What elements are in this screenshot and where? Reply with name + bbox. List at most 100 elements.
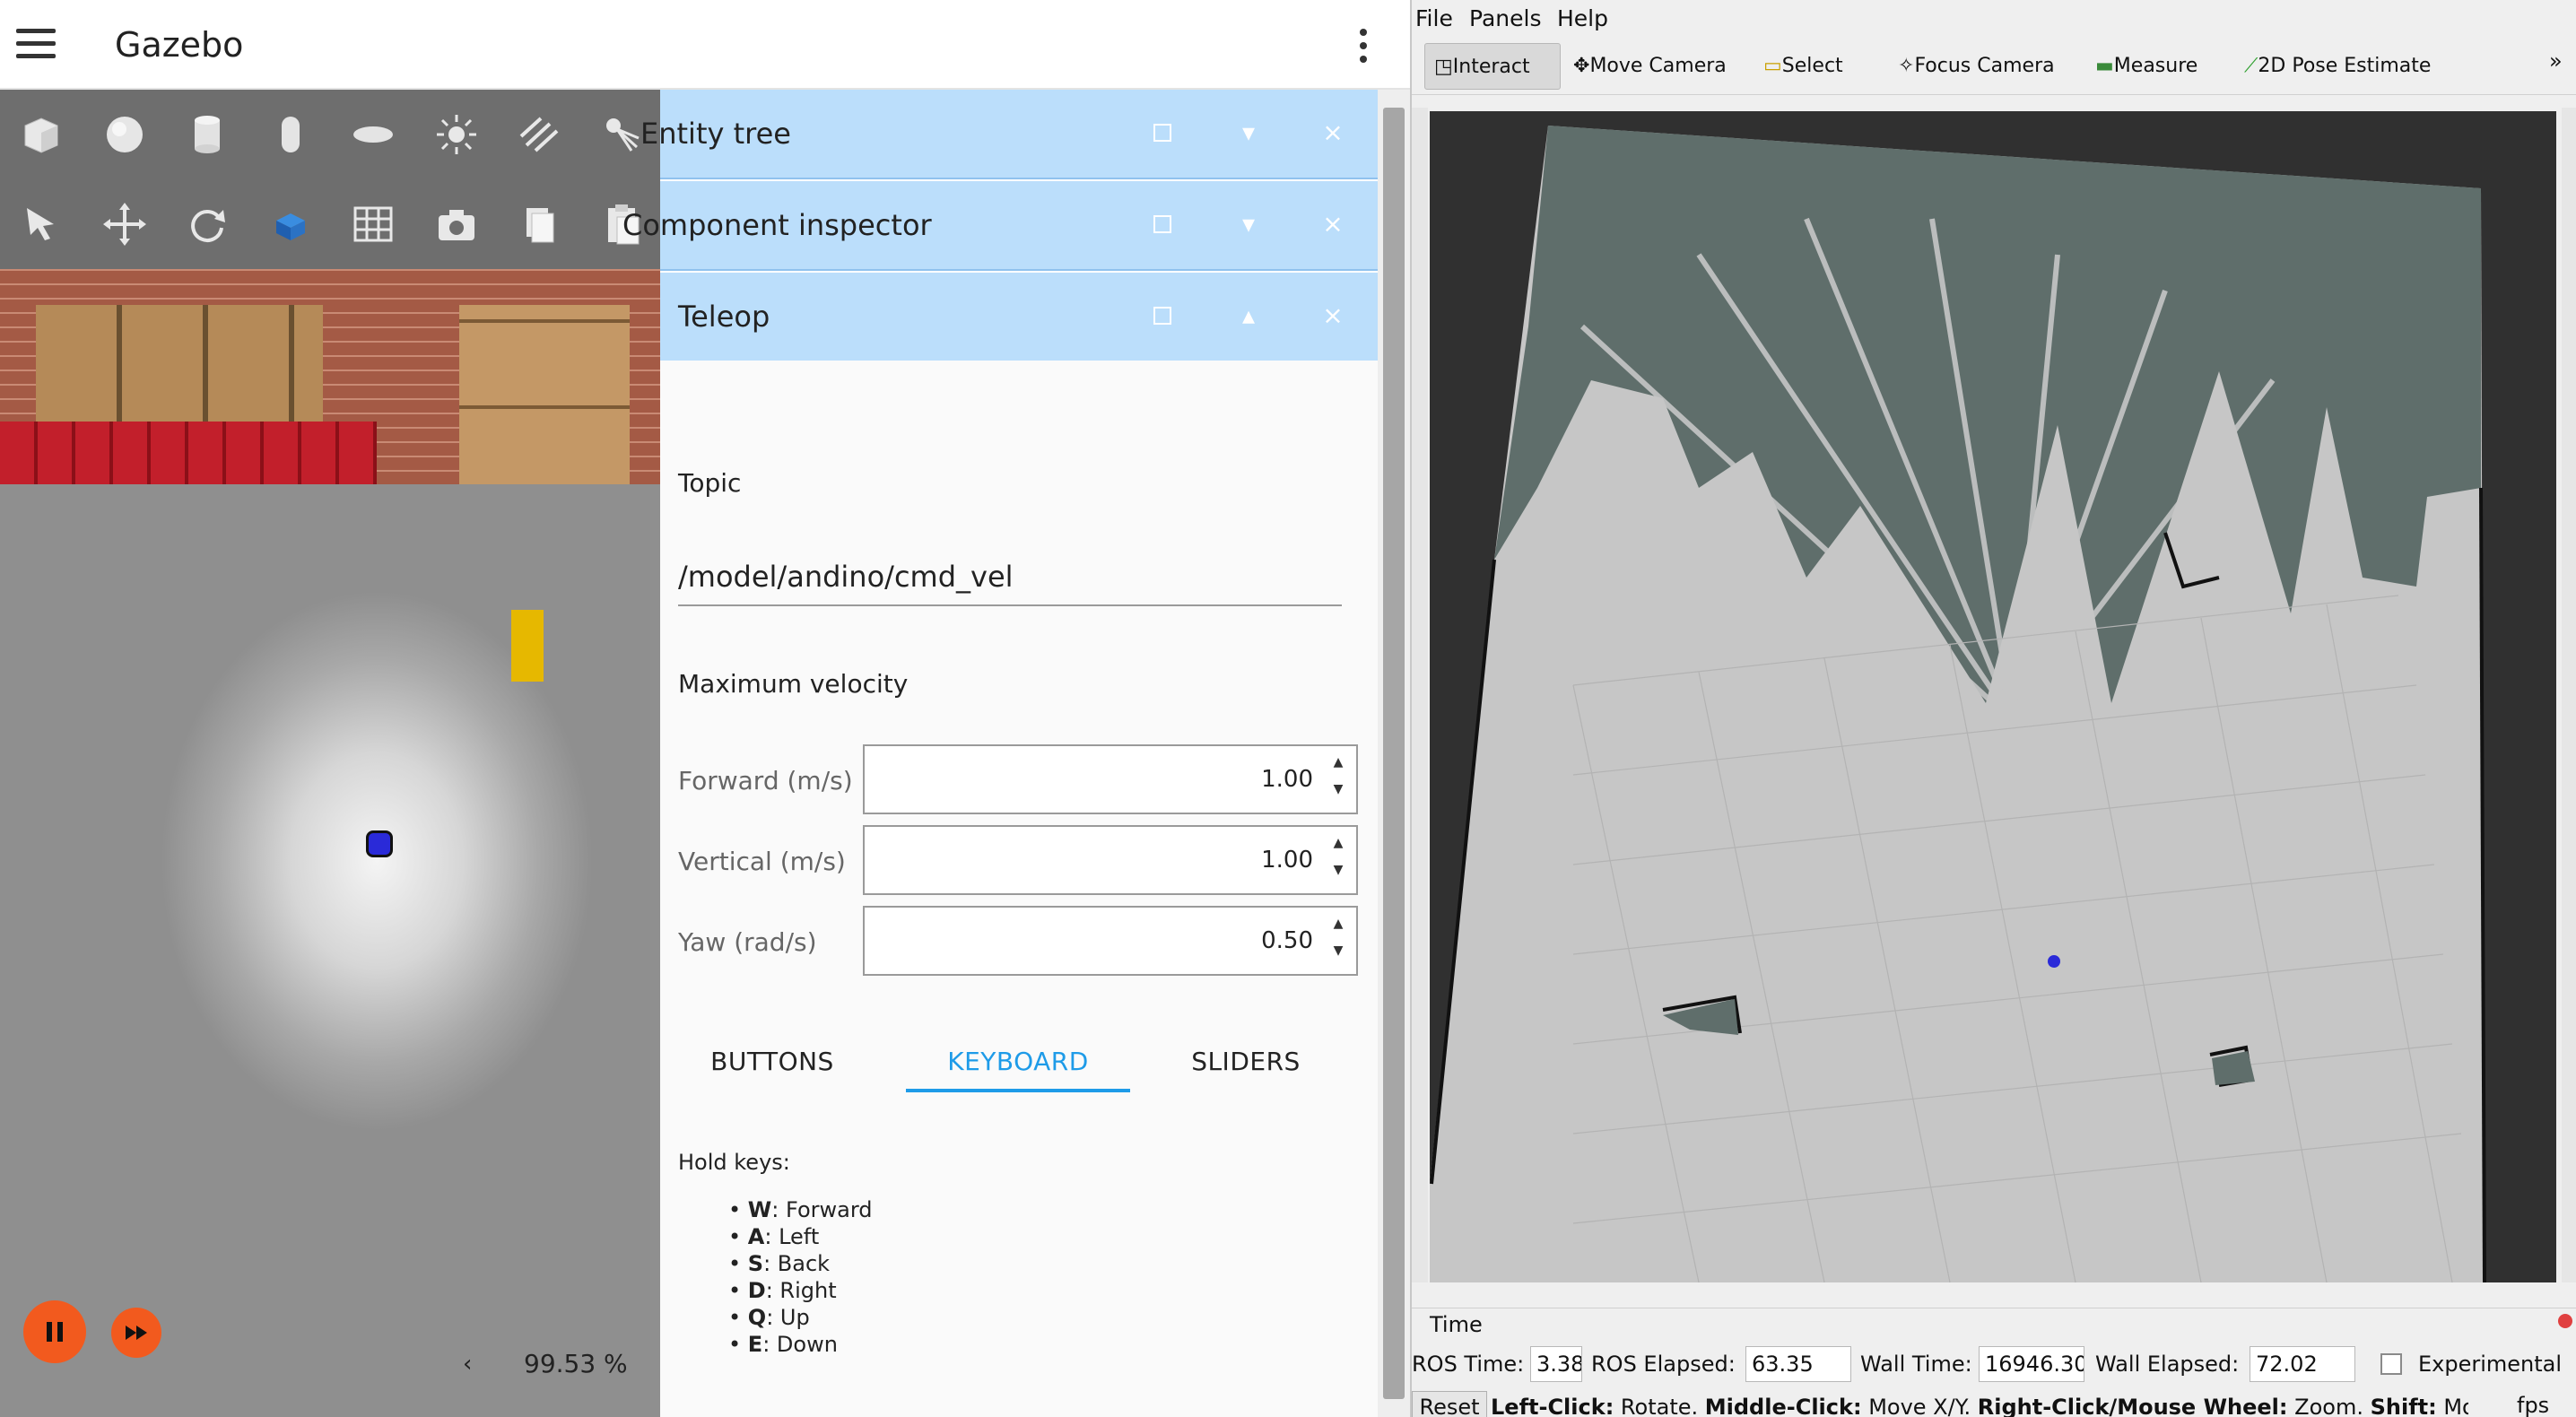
topic-value: /model/andino/cmd_vel	[678, 560, 1014, 594]
ros-elapsed-label: ROS Elapsed:	[1591, 1352, 1736, 1377]
translate-icon[interactable]	[83, 179, 167, 269]
time-panel: Time ROS Time: 3.38 ROS Elapsed: 63.35 W…	[1412, 1308, 2576, 1417]
copy-icon[interactable]	[498, 179, 581, 269]
ros-elapsed-field[interactable]: 63.35	[1745, 1346, 1851, 1382]
dock-scrollbar[interactable]	[1378, 90, 1410, 1417]
increment-icon[interactable]: ▲	[1327, 836, 1349, 859]
list-item: • E: Down	[728, 1332, 838, 1357]
directional-light-icon[interactable]	[498, 90, 581, 179]
maximize-icon[interactable]	[1144, 206, 1180, 242]
menu-file[interactable]: File	[1415, 5, 1453, 31]
left-panel-splitter[interactable]	[1412, 108, 1428, 1282]
tool-interact[interactable]: ◳Interact	[1424, 43, 1561, 90]
experimental-label: Experimental	[2418, 1352, 2563, 1377]
robot-marker	[2048, 955, 2060, 968]
scrollbar-thumb[interactable]	[1383, 108, 1405, 1399]
component-inspector-title: Component inspector	[622, 208, 932, 242]
right-panel-splitter[interactable]	[2562, 108, 2576, 1282]
ros-time-label: ROS Time:	[1412, 1352, 1525, 1377]
topic-underline	[678, 604, 1342, 606]
3d-scene-viewport[interactable]	[0, 90, 660, 1417]
interact-icon: ◳	[1434, 56, 1453, 78]
ros-time-field[interactable]: 3.38	[1530, 1346, 1582, 1382]
gazebo-header: Gazebo	[0, 0, 1410, 90]
camera-icon[interactable]	[415, 179, 499, 269]
toolbar-overflow-icon[interactable]: »	[2549, 48, 2563, 74]
sun-light-icon[interactable]	[415, 90, 499, 179]
experimental-checkbox[interactable]	[2380, 1353, 2402, 1375]
hamburger-menu-icon[interactable]	[16, 29, 56, 61]
increment-icon[interactable]: ▲	[1327, 917, 1349, 940]
pause-button[interactable]	[23, 1300, 86, 1363]
kebab-menu-icon[interactable]	[1356, 29, 1371, 66]
forward-input[interactable]	[874, 746, 1313, 813]
key-list: • W: Forward • A: Left • S: Back • D: Ri…	[728, 1196, 1216, 1358]
entity-tree-header[interactable]: Entity tree ▾ ×	[640, 90, 1378, 179]
wall-elapsed-field[interactable]: 72.02	[2250, 1346, 2355, 1382]
decrement-icon[interactable]: ▼	[1327, 943, 1349, 967]
close-icon[interactable]: ×	[1315, 298, 1351, 334]
view-angle-icon[interactable]	[249, 179, 333, 269]
menu-bar: File Panels Help	[1412, 0, 2576, 36]
keyboard-help: Hold keys: • W: Forward • A: Left • S: B…	[678, 1150, 1216, 1358]
vertical-input[interactable]	[874, 827, 1313, 893]
reset-button[interactable]: Reset	[1412, 1391, 1487, 1417]
3d-map-viewport[interactable]	[1430, 111, 2556, 1282]
tab-keyboard[interactable]: KEYBOARD	[906, 1035, 1130, 1092]
sphere-icon[interactable]	[83, 90, 167, 179]
tab-sliders[interactable]: SLIDERS	[1134, 1035, 1358, 1092]
select-icon: ▭	[1763, 55, 1782, 77]
step-forward-button[interactable]	[111, 1308, 161, 1358]
select-arrow-icon[interactable]	[0, 179, 83, 269]
pallet-jack	[511, 610, 544, 682]
decrement-icon[interactable]: ▼	[1327, 782, 1349, 805]
measure-icon: ▬	[2095, 55, 2114, 77]
close-icon[interactable]: ×	[1315, 206, 1351, 242]
list-item: • Q: Up	[728, 1305, 810, 1330]
rtf-collapse-arrow-icon[interactable]: ‹	[463, 1351, 472, 1378]
tool-move-camera[interactable]: ✥Move Camera	[1564, 43, 1727, 90]
menu-panels[interactable]: Panels	[1469, 5, 1541, 31]
teleop-header[interactable]: Teleop ▴ ×	[660, 273, 1378, 362]
tool-measure[interactable]: ▬Measure	[2086, 43, 2197, 90]
maximize-icon[interactable]	[1144, 115, 1180, 151]
chevron-down-icon[interactable]: ▾	[1231, 206, 1266, 242]
list-item: • S: Back	[728, 1251, 831, 1276]
cylinder-icon[interactable]	[166, 90, 249, 179]
tool-select[interactable]: ▭Select	[1754, 43, 1843, 90]
ellipsoid-icon[interactable]	[332, 90, 415, 179]
menu-help[interactable]: Help	[1557, 5, 1608, 31]
capsule-icon[interactable]	[249, 90, 333, 179]
decrement-icon[interactable]: ▼	[1327, 863, 1349, 886]
rotate-icon[interactable]	[166, 179, 249, 269]
vertical-spinbox[interactable]: ▲ ▼	[863, 825, 1358, 895]
forward-spinbox[interactable]: ▲ ▼	[863, 744, 1358, 814]
grid-icon[interactable]	[332, 179, 415, 269]
tool-focus-camera[interactable]: ✧Focus Camera	[1889, 43, 2055, 90]
plugin-dock: Entity tree ▾ × Component inspector ▾ × …	[622, 90, 1378, 1417]
tab-buttons[interactable]: BUTTONS	[660, 1035, 884, 1092]
yaw-input[interactable]	[874, 908, 1313, 974]
close-icon[interactable]: ×	[1315, 115, 1351, 151]
yaw-spinbox[interactable]: ▲ ▼	[863, 906, 1358, 976]
chevron-down-icon[interactable]: ▾	[1231, 115, 1266, 151]
tool-2d-pose-estimate[interactable]: ⟋2D Pose Estimate	[2235, 43, 2431, 90]
increment-icon[interactable]: ▲	[1327, 755, 1349, 778]
maximize-icon[interactable]	[1144, 298, 1180, 334]
wall-elapsed-label: Wall Elapsed:	[2095, 1352, 2240, 1377]
fast-forward-icon	[126, 1326, 147, 1340]
close-icon[interactable]	[2558, 1314, 2572, 1328]
list-item: • D: Right	[728, 1278, 837, 1303]
box-icon[interactable]	[0, 90, 83, 179]
app-title: Gazebo	[115, 25, 244, 65]
entity-tree-title: Entity tree	[640, 117, 791, 151]
yaw-label: Yaw (rad/s)	[678, 927, 817, 957]
chevron-up-icon[interactable]: ▴	[1231, 298, 1266, 334]
wall-time-field[interactable]: 16946.30	[1979, 1346, 2084, 1382]
move-camera-icon: ✥	[1573, 55, 1590, 77]
teleop-title: Teleop	[678, 300, 770, 334]
rviz-window: File Panels Help ◳Interact ✥Move Camera …	[1410, 0, 2576, 1417]
component-inspector-header[interactable]: Component inspector ▾ ×	[622, 181, 1378, 271]
forward-label: Forward (m/s)	[678, 766, 853, 795]
robot-model[interactable]	[366, 830, 393, 857]
